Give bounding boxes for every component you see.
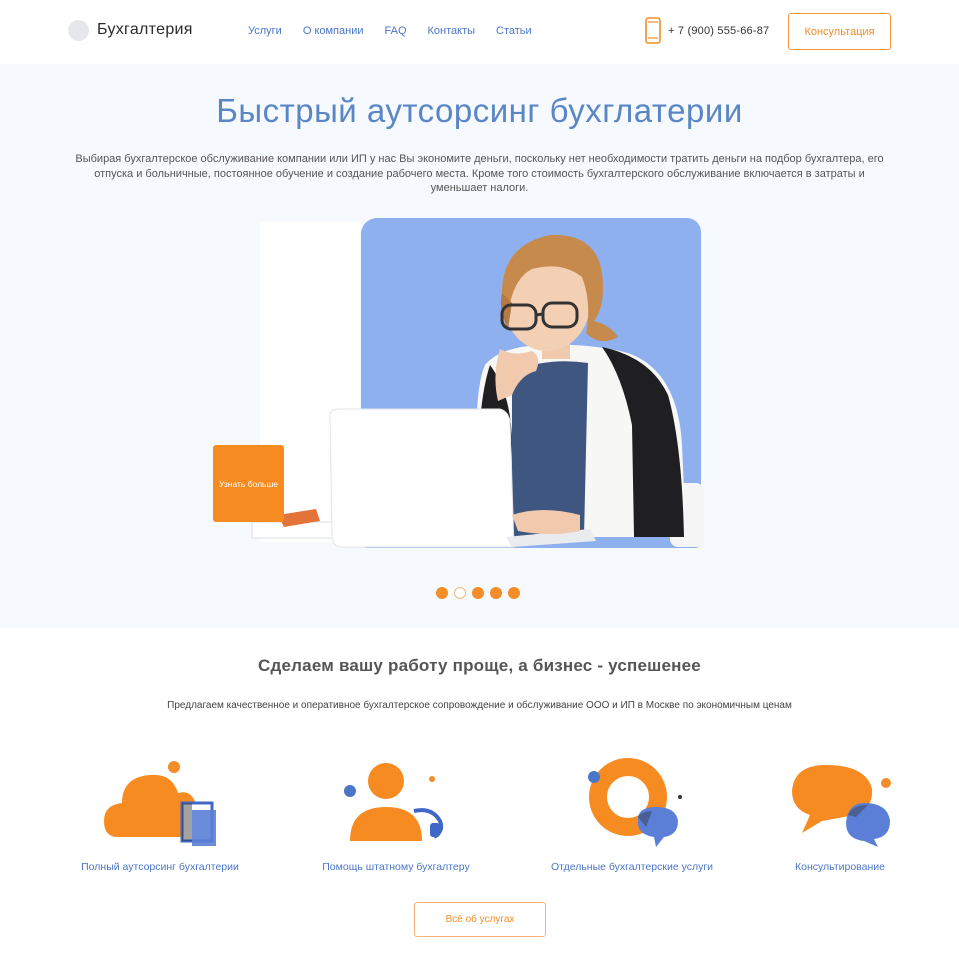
service-label: Консультирование	[795, 861, 885, 873]
logo-text[interactable]: Бухгалтерия	[97, 21, 193, 39]
all-services-button[interactable]: Всё об услугах	[414, 902, 546, 937]
slider-dot-5[interactable]	[508, 587, 520, 599]
main-nav: Услуги О компании FAQ Контакты Статьи	[248, 25, 553, 37]
nav-item-services[interactable]: Услуги	[248, 25, 282, 37]
service-label: Отдельные бухгалтерские услуги	[550, 861, 714, 873]
service-item-full-outsourcing[interactable]: Полный аутсорсинг бухгалтерии	[60, 755, 260, 875]
service-label: Полный аутсорсинг бухгалтерии	[81, 861, 239, 873]
services-title: Сделаем вашу работу проще, а бизнес - ус…	[258, 656, 701, 675]
services-subtitle: Предлагаем качественное и оперативное бу…	[167, 700, 792, 711]
cloud-documents-icon	[104, 761, 216, 846]
slider-dot-4[interactable]	[490, 587, 502, 599]
consultation-button[interactable]: Консультация	[788, 13, 891, 50]
learn-more-button[interactable]: Узнать больше	[213, 445, 284, 522]
site-header: Бухгалтерия Услуги О компании FAQ Контак…	[0, 0, 959, 64]
chat-bubbles-icon	[792, 765, 891, 847]
service-item-staff-help[interactable]: Помощь штатному бухгалтеру	[296, 755, 496, 875]
slider-dots	[436, 587, 520, 599]
support-agent-icon	[344, 763, 444, 841]
service-label: Помощь штатному бухгалтеру	[322, 861, 470, 873]
slider-dot-2[interactable]	[454, 587, 466, 599]
slider-dot-1[interactable]	[436, 587, 448, 599]
donut-chat-icon	[588, 758, 682, 847]
woman-at-laptop-illustration	[251, 234, 704, 548]
nav-item-contacts[interactable]: Контакты	[428, 25, 476, 37]
hero-description: Выбирая бухгалтерское обслуживание компа…	[75, 153, 884, 194]
phone-icon	[645, 17, 661, 44]
nav-item-about[interactable]: О компании	[303, 25, 364, 37]
hero-title: Быстрый аутсорсинг бухглатерии	[216, 92, 743, 129]
service-item-consulting[interactable]: Консультирование	[760, 755, 920, 875]
logo-icon[interactable]	[68, 20, 89, 41]
phone-number[interactable]: + 7 (900) 555-66-87	[668, 25, 769, 37]
nav-item-articles[interactable]: Статьи	[496, 25, 532, 37]
slider-dot-3[interactable]	[472, 587, 484, 599]
service-item-separate-services[interactable]: Отдельные бухгалтерские услуги	[532, 755, 732, 875]
nav-item-faq[interactable]: FAQ	[385, 25, 407, 37]
